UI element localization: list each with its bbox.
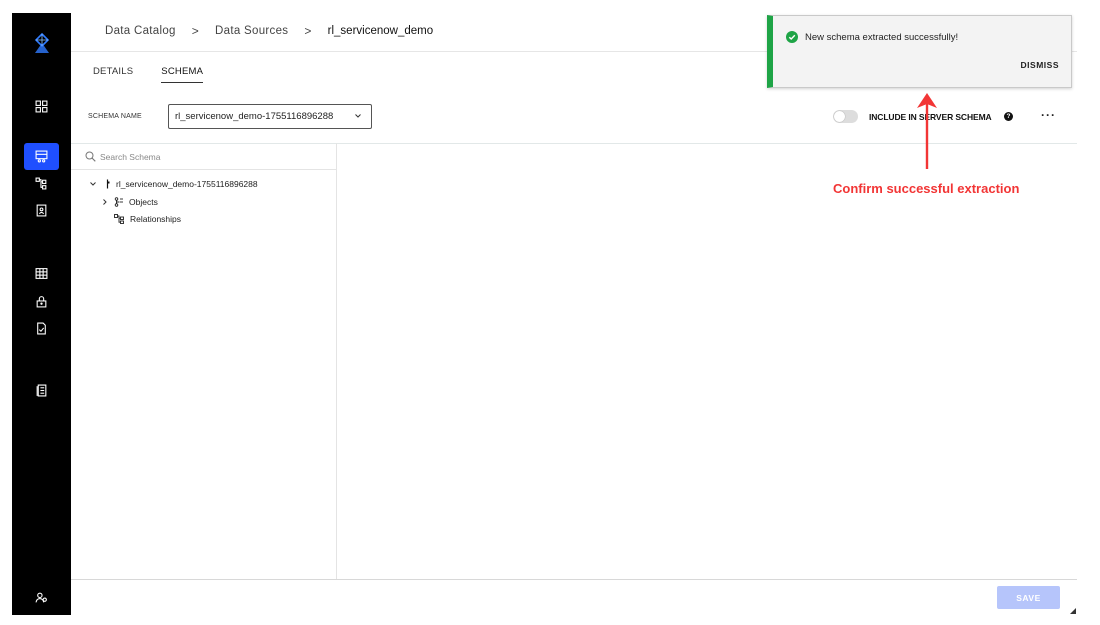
search-input[interactable] [100, 149, 320, 165]
brand-logo[interactable] [33, 31, 51, 55]
annotation-text: Confirm successful extraction [833, 181, 1020, 196]
help-icon[interactable]: ? [1004, 112, 1013, 121]
hierarchy-icon [35, 177, 47, 190]
docs-icon [36, 384, 47, 397]
schema-name-label: SCHEMA NAME [88, 113, 142, 120]
nav-dashboard[interactable] [24, 93, 59, 120]
tree-objects-label: Objects [129, 197, 158, 207]
chevron-right-icon[interactable] [101, 198, 109, 206]
schema-tree-panel: rl_servicenow_demo-1755116896288 Objects… [71, 143, 337, 580]
tab-details[interactable]: DETAILS [93, 66, 133, 83]
lock-icon [36, 296, 47, 308]
search-icon [85, 151, 96, 162]
nav-tables[interactable] [24, 260, 59, 287]
toast-message: New schema extracted successfully! [805, 32, 959, 43]
nav-reports[interactable] [24, 197, 59, 224]
breadcrumb-current: rl_servicenow_demo [327, 25, 434, 37]
nav-security[interactable] [24, 288, 59, 315]
schema-name-select[interactable]: rl_servicenow_demo-1755116896288 [168, 104, 372, 129]
annotation-arrow-icon [917, 93, 937, 169]
tree-root-label: rl_servicenow_demo-1755116896288 [116, 179, 258, 189]
nav-policies[interactable] [24, 315, 59, 342]
chevron-down-icon [355, 114, 361, 118]
dismiss-button[interactable]: DISMISS [1021, 60, 1059, 70]
save-button[interactable]: SAVE [997, 586, 1060, 609]
chevron-down-icon[interactable] [89, 180, 97, 188]
app-root: Data Catalog > Data Sources > rl_service… [0, 0, 1100, 625]
more-options-icon[interactable]: ··· [1041, 108, 1056, 122]
resize-handle-icon[interactable] [1070, 608, 1076, 614]
breadcrumb: Data Catalog > Data Sources > rl_service… [105, 24, 433, 38]
success-toast: New schema extracted successfully! DISMI… [767, 15, 1072, 88]
tree-node-root[interactable]: rl_servicenow_demo-1755116896288 [89, 179, 258, 189]
tree-node-objects[interactable]: Objects [101, 197, 158, 207]
tab-bar: DETAILS SCHEMA [93, 66, 231, 83]
relationships-icon [114, 214, 124, 224]
footer-divider [71, 579, 1077, 580]
schema-select-value: rl_servicenow_demo-1755116896288 [175, 111, 334, 122]
tab-schema[interactable]: SCHEMA [161, 66, 204, 83]
nav-documentation[interactable] [24, 377, 59, 404]
catalog-icon [35, 150, 48, 163]
nav-account[interactable] [24, 584, 59, 611]
objects-icon [114, 197, 123, 207]
tree-relationships-label: Relationships [130, 214, 182, 224]
nav-data-catalog[interactable] [24, 143, 59, 170]
user-group-icon [35, 592, 47, 603]
breadcrumb-separator: > [191, 24, 200, 38]
tree-node-relationships[interactable]: Relationships [114, 214, 181, 224]
check-circle-icon [786, 31, 798, 43]
breadcrumb-data-catalog[interactable]: Data Catalog [105, 25, 176, 37]
schema-root-icon [106, 179, 110, 189]
toggle-knob [834, 111, 845, 122]
table-icon [35, 268, 48, 279]
schema-search [71, 143, 336, 170]
grid-icon [35, 100, 48, 113]
report-icon [36, 204, 47, 217]
checklist-icon [37, 322, 46, 335]
breadcrumb-separator: > [304, 24, 312, 38]
breadcrumb-data-sources[interactable]: Data Sources [215, 25, 288, 37]
nav-lineage[interactable] [24, 170, 59, 197]
side-nav [12, 13, 71, 615]
include-server-schema-toggle[interactable] [833, 110, 858, 123]
